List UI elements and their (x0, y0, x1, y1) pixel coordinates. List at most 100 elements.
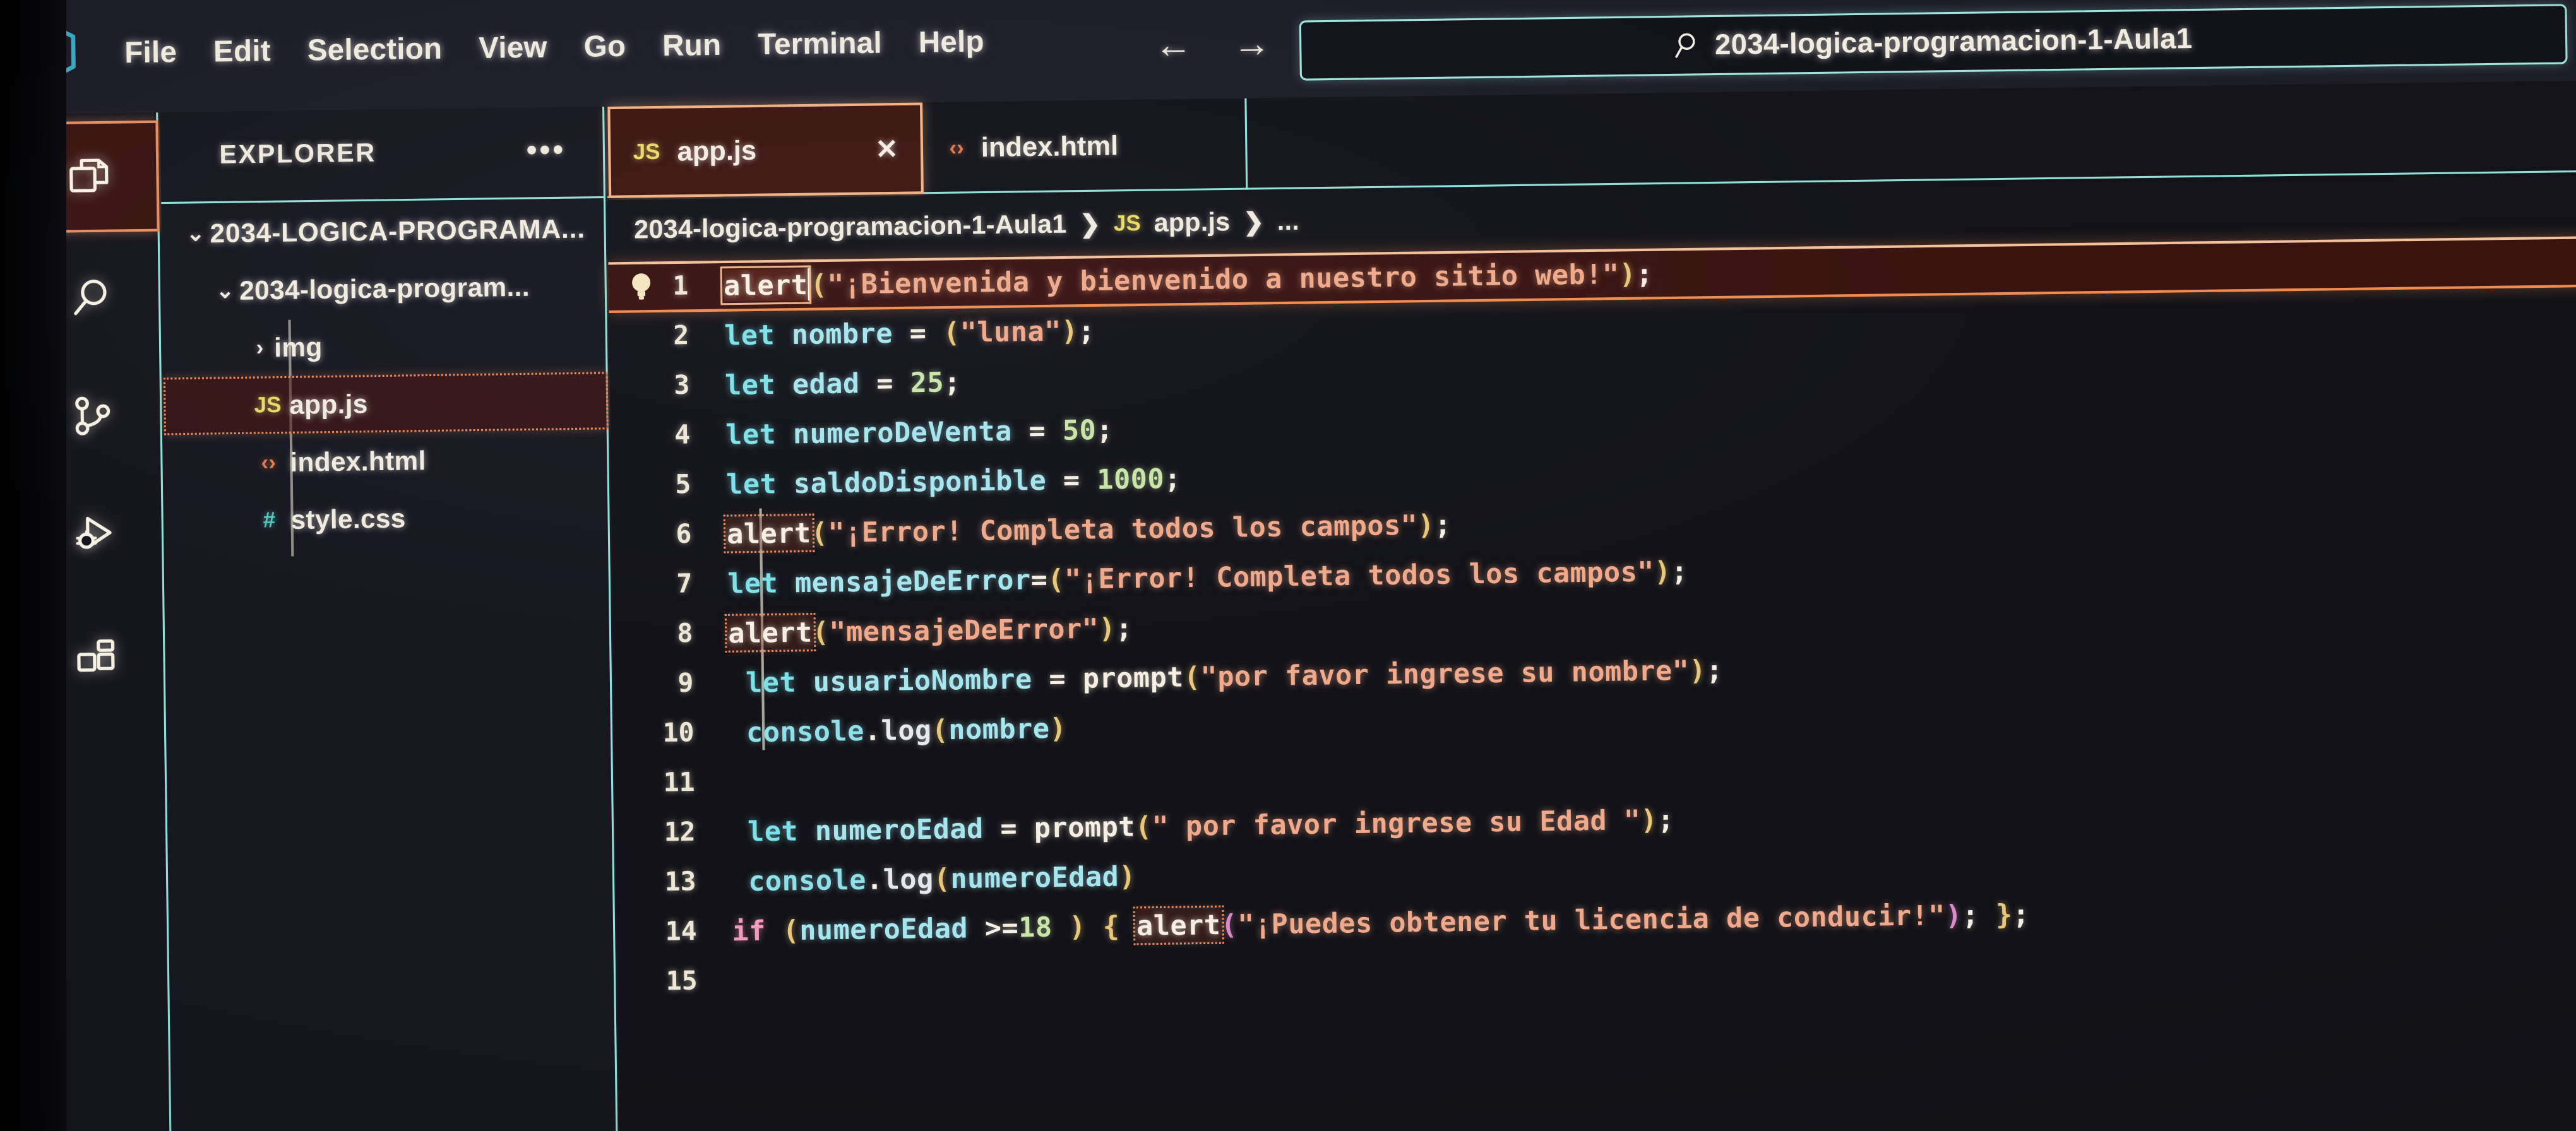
code-token: " por favor ingrese su Edad " (1152, 803, 1641, 843)
code-line-text: alert("¡Bienvenida y bienvenido a nuestr… (705, 257, 1653, 305)
js-file-icon: JS (1113, 210, 1142, 236)
code-token: . (866, 863, 883, 896)
code-token: ( (943, 316, 961, 348)
breadcrumb-item-project[interactable]: 2034-logica-programacion-1-Aula1 (634, 210, 1067, 245)
tree-item-file-appjs[interactable]: JS app.js (163, 372, 609, 435)
code-token: "¡Error! Completa todos los campos" (828, 508, 1418, 548)
code-token: ) (1640, 803, 1658, 836)
source-control-branch-icon (69, 393, 115, 442)
chevron-right-icon[interactable]: › (245, 335, 274, 360)
ellipsis-icon[interactable]: ••• (526, 132, 566, 167)
line-number: 1 (672, 271, 689, 302)
files-icon (66, 152, 112, 202)
line-number: 13 (664, 867, 696, 897)
code-token: ( (1047, 562, 1065, 595)
search-icon (1674, 31, 1701, 60)
tree-item-file-indexhtml[interactable]: ‹› index.html (164, 429, 609, 492)
close-icon[interactable]: ✕ (875, 133, 898, 165)
menu-item-run[interactable]: Run (644, 27, 740, 63)
line-number: 14 (665, 916, 697, 947)
code-token: { (1102, 909, 1120, 942)
js-file-icon: JS (633, 139, 660, 165)
code-editor[interactable]: 1 alert("¡Bienvenida y bienvenido a nuest… (608, 235, 2576, 1131)
chevron-down-icon[interactable]: ⌄ (181, 220, 210, 247)
code-token: ) (1689, 653, 1707, 686)
code-token: ) (1654, 555, 1672, 588)
tab-app-js[interactable]: JS app.js ✕ (607, 102, 924, 198)
menu-item-help[interactable]: Help (900, 23, 1003, 60)
code-line-text: alert("¡Error! Completa todos los campos… (708, 508, 1452, 554)
code-token: if (732, 914, 766, 947)
explorer-sidebar: EXPLORER ••• ⌄ 2034-LOGICA-PROGRAMA... ⌄… (160, 107, 618, 1131)
code-token: numeroEdad (950, 860, 1119, 894)
run-debug-play-bug-icon (70, 510, 116, 560)
chevron-right-icon: ❯ (1079, 210, 1101, 239)
code-token: ; (1657, 803, 1675, 836)
breadcrumb-item-symbols[interactable]: ... (1277, 206, 1299, 236)
code-token: log (883, 862, 934, 896)
arrow-right-icon[interactable]: → (1232, 22, 1271, 65)
code-token: ; (1434, 508, 1452, 541)
menu-item-terminal[interactable]: Terminal (739, 25, 900, 62)
js-file-icon: JS (254, 392, 282, 418)
code-token: let (727, 566, 778, 600)
breadcrumb-item-file[interactable]: app.js (1154, 207, 1230, 237)
code-token: ( (933, 862, 951, 895)
tree-item-folder-project[interactable]: ⌄ 2034-logica-program... (162, 257, 607, 320)
code-token: ) (1417, 508, 1435, 541)
tree-item-label: app.js (289, 388, 368, 420)
code-line-text: if (numeroEdad >=18 ) { alert("¡Puedes o… (713, 897, 2030, 947)
menu-item-file[interactable]: File (106, 33, 196, 70)
menu-item-edit[interactable]: Edit (195, 32, 289, 69)
menu-item-go[interactable]: Go (565, 28, 644, 64)
code-token: = (1030, 563, 1048, 596)
editor-group: JS app.js ✕ ‹› index.html 2034-logica-pr… (606, 80, 2576, 1131)
code-token: "¡Bienvenida y bienvenido a nuestro siti… (827, 258, 1619, 300)
code-token: = (909, 316, 944, 349)
code-token: prompt (1082, 660, 1184, 694)
search-input[interactable]: 2034-logica-programacion-1-Aula1 (1299, 4, 2568, 81)
line-number: 5 (675, 469, 691, 500)
code-token: . (864, 714, 881, 747)
file-tree: ⌄ 2034-LOGICA-PROGRAMA... ⌄ 2034-logica-… (161, 199, 610, 557)
code-token: let (747, 814, 799, 848)
code-token: numeroEdad (799, 911, 986, 946)
code-token: } (1995, 897, 2013, 930)
arrow-left-icon[interactable]: ← (1154, 23, 1193, 66)
line-number: 11 (663, 767, 695, 798)
code-token: "por favor ingrese su nombre" (1200, 654, 1690, 693)
menu-bar[interactable]: File Edit Selection View Go Run Terminal… (106, 23, 1003, 70)
line-number: 3 (674, 370, 690, 401)
line-number: 10 (662, 718, 695, 749)
code-token: console (748, 863, 867, 897)
code-token: nombre (774, 316, 910, 351)
chevron-right-icon: ❯ (1243, 208, 1265, 236)
screen-photo: File Edit Selection View Go Run Terminal… (0, 0, 2576, 1131)
tree-item-folder-img[interactable]: › img (163, 314, 608, 377)
code-token: ) (1945, 898, 1963, 931)
code-token: ) (1118, 860, 1136, 892)
search-value: 2034-logica-programacion-1-Aula1 (1714, 22, 2193, 61)
code-token: saldoDisponible (776, 463, 1064, 500)
chevron-down-icon[interactable]: ⌄ (210, 278, 239, 304)
line-number: 12 (664, 817, 696, 848)
line-number: 7 (676, 569, 693, 600)
line-number: 15 (665, 966, 698, 997)
tree-item-label: 2034-LOGICA-PROGRAMA... (210, 213, 586, 249)
code-token: ; (1164, 462, 1182, 495)
line-number: 8 (677, 618, 693, 649)
code-token: ( (931, 713, 949, 746)
code-token: nombre (948, 712, 1050, 745)
tree-item-file-stylecss[interactable]: # style.css (165, 487, 610, 550)
code-token: usuarioNombre (796, 662, 1049, 698)
tab-index-html[interactable]: ‹› index.html (926, 98, 1248, 194)
menu-item-selection[interactable]: Selection (289, 30, 460, 68)
tree-item-workspace-root[interactable]: ⌄ 2034-LOGICA-PROGRAMA... (161, 199, 606, 263)
menu-item-view[interactable]: View (460, 29, 566, 66)
